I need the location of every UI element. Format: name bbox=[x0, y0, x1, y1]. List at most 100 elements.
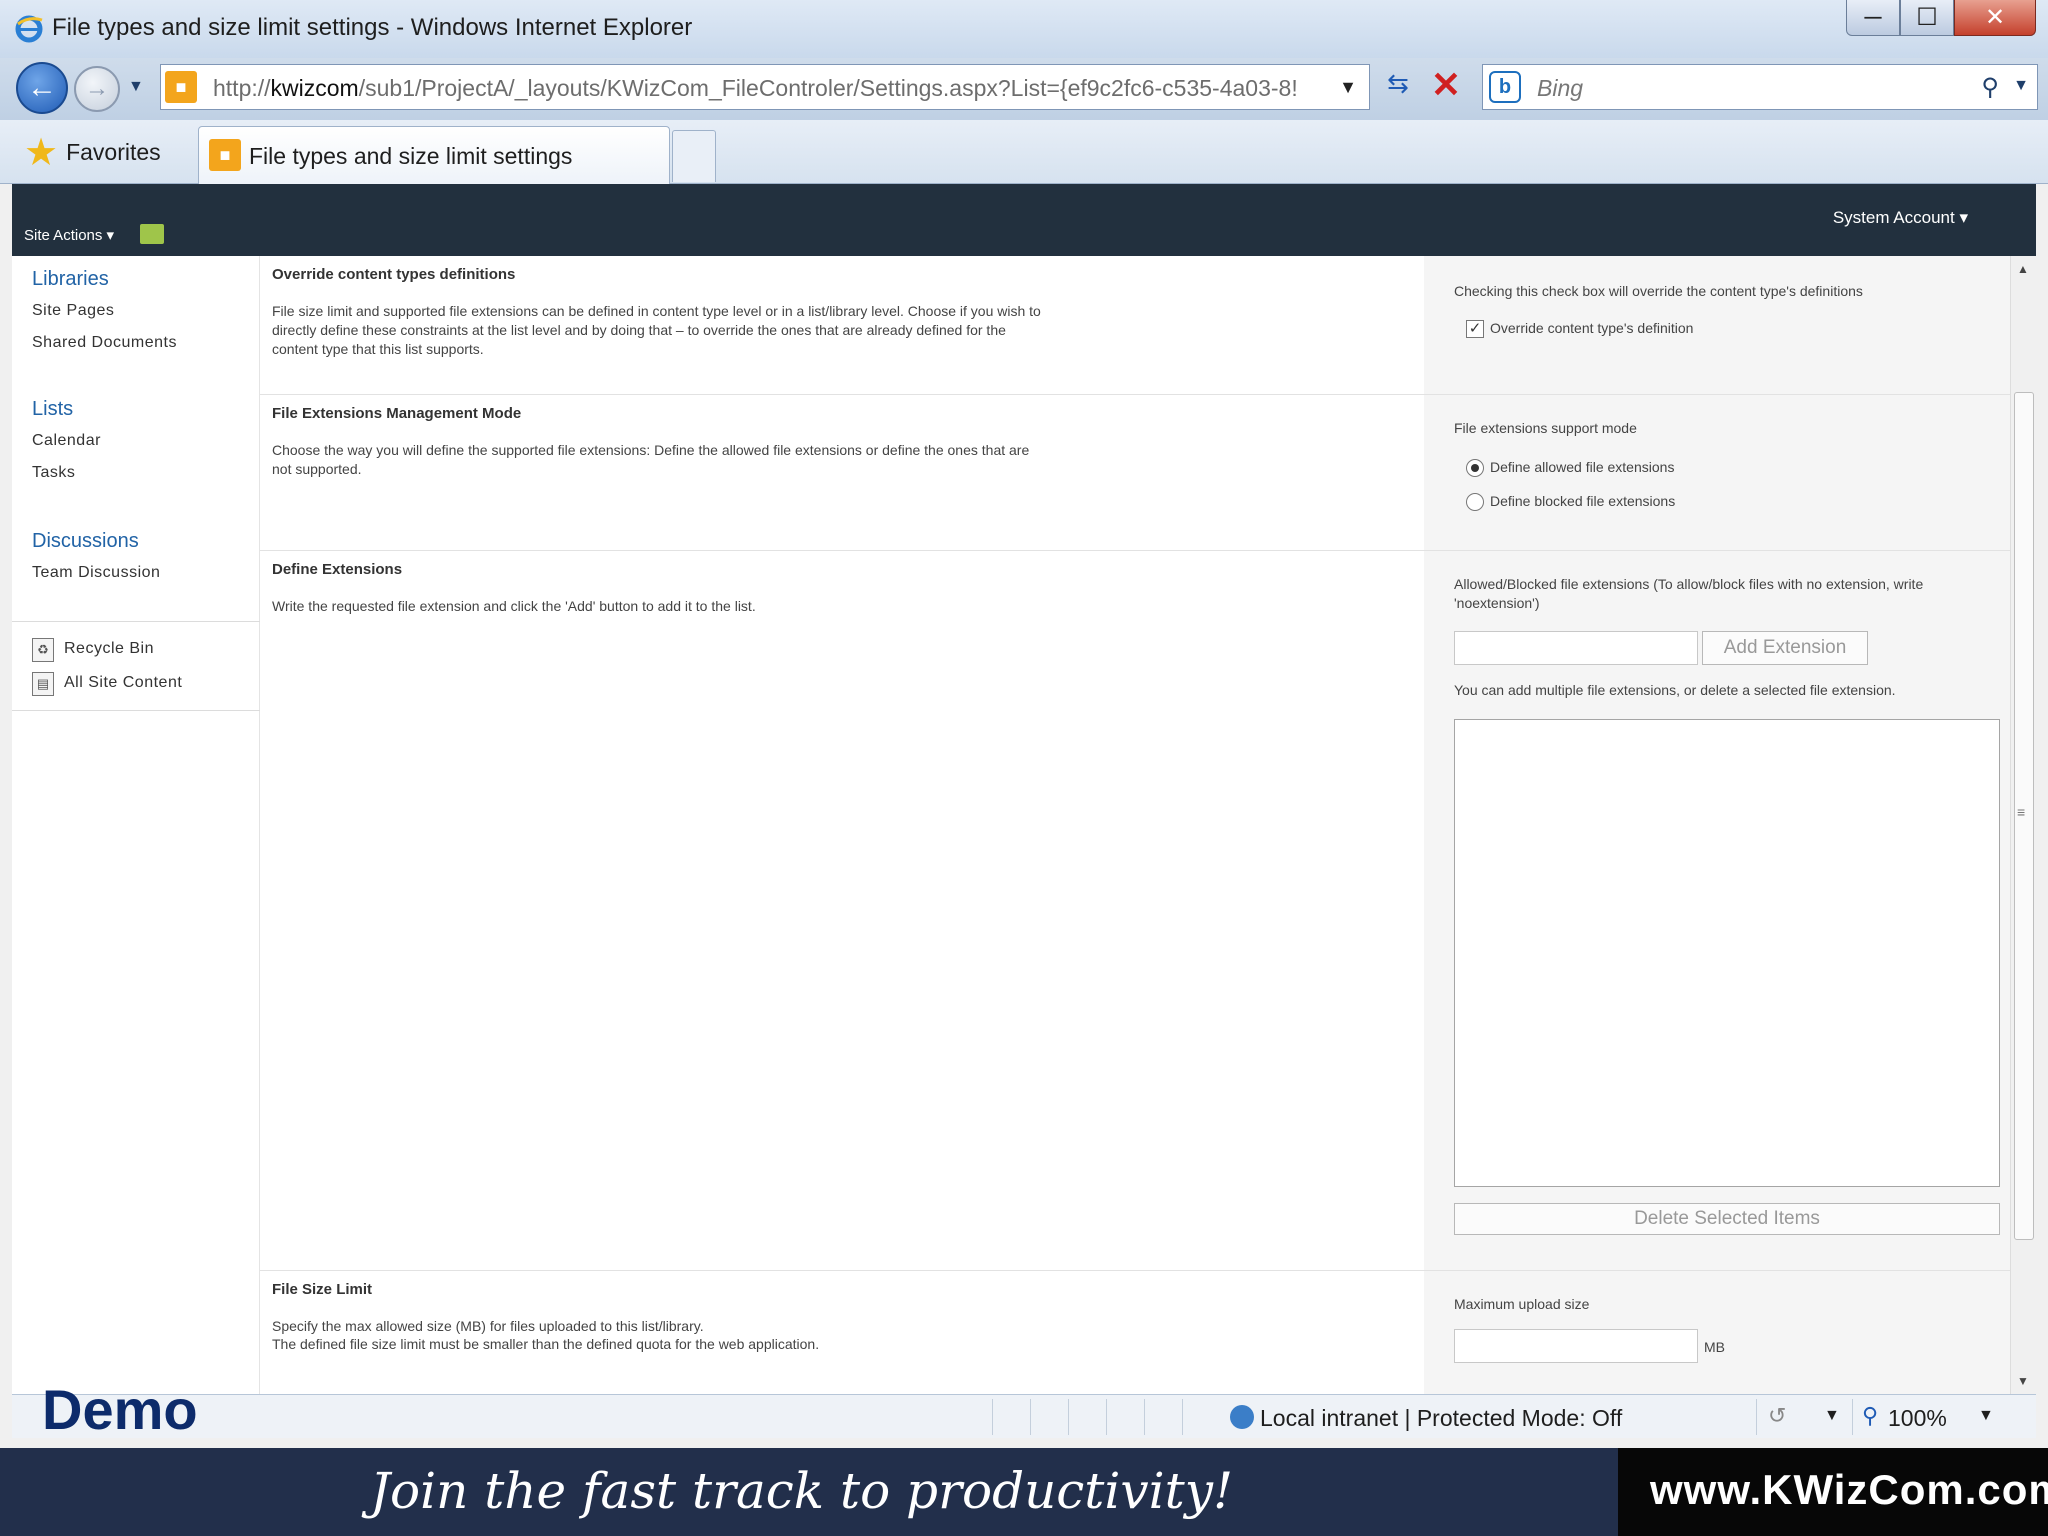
radio-blocked-label: Define blocked file extensions bbox=[1490, 493, 1676, 509]
section-override: Override content types definitions File … bbox=[260, 256, 2014, 395]
size-unit-label: MB bbox=[1704, 1339, 1725, 1355]
minimize-button[interactable]: ─ bbox=[1846, 0, 1900, 36]
zoom-dropdown[interactable]: ▼ bbox=[1978, 1407, 1994, 1425]
forward-button[interactable]: → bbox=[74, 66, 120, 112]
nav-item-team-discussion[interactable]: Team Discussion bbox=[32, 564, 160, 582]
extensions-hint: You can add multiple file extensions, or… bbox=[1454, 682, 1896, 698]
new-tab-button[interactable] bbox=[672, 130, 716, 182]
banner-site-box: www.KWizCom.com bbox=[1618, 1448, 2048, 1536]
maximize-button[interactable]: ☐ bbox=[1900, 0, 1954, 36]
banner-site-url: www.KWizCom.com bbox=[1650, 1466, 2048, 1513]
page-viewport: Site Actions ▾ System Account ▾ Librarie… bbox=[12, 184, 2036, 1394]
delete-selected-button[interactable]: Delete Selected Items bbox=[1454, 1203, 2000, 1235]
window-title: File types and size limit settings - Win… bbox=[52, 14, 693, 41]
search-options-dropdown[interactable]: ▼ bbox=[2013, 77, 2029, 95]
nav-heading-lists[interactable]: Lists bbox=[32, 398, 73, 421]
mode-label: File extensions support mode bbox=[1454, 420, 1637, 436]
bing-icon: b bbox=[1489, 71, 1521, 103]
security-zone-text[interactable]: Local intranet | Protected Mode: Off bbox=[1260, 1405, 1622, 1432]
nav-divider bbox=[12, 621, 260, 622]
demo-label: Demo bbox=[42, 1378, 198, 1441]
url-dropdown-icon[interactable]: ▼ bbox=[1339, 77, 1357, 98]
section-description: Choose the way you will define the suppo… bbox=[272, 442, 1030, 477]
stop-button[interactable]: ✕ bbox=[1426, 64, 1466, 110]
max-upload-label: Maximum upload size bbox=[1454, 1296, 1590, 1312]
back-arrow-icon: ← bbox=[27, 71, 57, 104]
tab-label: File types and size limit settings bbox=[249, 143, 573, 169]
recycle-bin-icon: ♻ bbox=[32, 638, 54, 662]
quick-launch: Libraries Site Pages Shared Documents Li… bbox=[12, 256, 260, 1394]
nav-divider bbox=[12, 710, 260, 711]
nav-heading-discussions[interactable]: Discussions bbox=[32, 530, 139, 553]
section-title: Define Extensions bbox=[272, 561, 403, 578]
radio-allowed-label: Define allowed file extensions bbox=[1490, 459, 1675, 475]
section-description-2: The defined file size limit must be smal… bbox=[272, 1336, 820, 1352]
status-bar: Demo Local intranet | Protected Mode: Of… bbox=[12, 1378, 2036, 1441]
address-bar[interactable]: ■ http://kwizcom/sub1/ProjectA/_layouts/… bbox=[160, 64, 1370, 110]
section-file-size-limit: File Size Limit Specify the max allowed … bbox=[260, 1271, 2014, 1394]
scroll-up-icon[interactable]: ▲ bbox=[2017, 262, 2029, 276]
favorites-label: Favorites bbox=[66, 138, 161, 165]
scroll-down-icon[interactable]: ▼ bbox=[2017, 1374, 2029, 1388]
extension-input[interactable] bbox=[1454, 631, 1698, 665]
section-description-1: Specify the max allowed size (MB) for fi… bbox=[272, 1318, 704, 1334]
site-favicon-icon: ■ bbox=[165, 71, 197, 103]
site-favicon-icon: ■ bbox=[209, 139, 241, 171]
site-actions-menu[interactable]: Site Actions ▾ bbox=[24, 226, 114, 244]
tab-file-types-settings[interactable]: ■ File types and size limit settings bbox=[198, 126, 670, 184]
address-toolbar: ← → ▼ ■ http://kwizcom/sub1/ProjectA/_la… bbox=[0, 58, 2048, 120]
extensions-listbox[interactable] bbox=[1454, 719, 2000, 1187]
extensions-label: Allowed/Blocked file extensions (To allo… bbox=[1454, 576, 1924, 611]
section-define-extensions: Define Extensions Write the requested fi… bbox=[260, 551, 2014, 1271]
max-upload-input[interactable] bbox=[1454, 1329, 1698, 1363]
search-input[interactable]: Bing bbox=[1537, 75, 1583, 102]
account-menu[interactable]: System Account ▾ bbox=[1833, 208, 1968, 228]
add-extension-button[interactable]: Add Extension bbox=[1702, 631, 1868, 665]
search-icon[interactable]: ⚲ bbox=[1981, 73, 1999, 102]
nav-item-all-site-content[interactable]: All Site Content bbox=[64, 674, 182, 692]
recent-pages-dropdown[interactable]: ▼ bbox=[128, 78, 144, 96]
refresh-button[interactable]: ⇆ bbox=[1378, 68, 1418, 108]
section-title: File Size Limit bbox=[272, 1281, 373, 1298]
nav-item-site-pages[interactable]: Site Pages bbox=[32, 302, 114, 320]
favorites-button[interactable]: ★ Favorites bbox=[14, 128, 171, 176]
star-icon: ★ bbox=[24, 131, 59, 174]
sharepoint-ribbon: Site Actions ▾ System Account ▾ bbox=[12, 184, 2036, 256]
settings-form: Override content types definitions File … bbox=[260, 256, 2022, 1394]
protected-mode-icon[interactable]: ↺ bbox=[1768, 1403, 1786, 1429]
internet-explorer-icon bbox=[15, 15, 43, 43]
window-controls: ─ ☐ ✕ bbox=[1846, 0, 2036, 40]
vertical-scrollbar[interactable]: ▲ ≡ ▼ bbox=[2010, 256, 2036, 1394]
favorites-bar: ★ Favorites ■ File types and size limit … bbox=[0, 120, 2048, 184]
zoom-level[interactable]: 100% bbox=[1888, 1405, 1947, 1432]
override-help-label: Checking this check box will override th… bbox=[1454, 283, 1863, 299]
section-description: Write the requested file extension and c… bbox=[272, 598, 756, 614]
nav-item-tasks[interactable]: Tasks bbox=[32, 464, 75, 482]
banner-slogan: Join the fast track to productivity! bbox=[370, 1462, 1234, 1520]
nav-item-shared-documents[interactable]: Shared Documents bbox=[32, 334, 177, 352]
search-box[interactable]: b Bing ⚲ ▼ bbox=[1482, 64, 2038, 110]
protected-mode-dropdown[interactable]: ▼ bbox=[1824, 1407, 1840, 1425]
section-management-mode: File Extensions Management Mode Choose t… bbox=[260, 395, 2014, 551]
section-description: File size limit and supported file exten… bbox=[272, 303, 1041, 357]
section-title: File Extensions Management Mode bbox=[272, 405, 522, 422]
nav-item-recycle-bin[interactable]: Recycle Bin bbox=[64, 640, 154, 658]
radio-allowed-extensions[interactable] bbox=[1466, 459, 1484, 477]
forward-arrow-icon: → bbox=[85, 75, 109, 102]
override-checkbox-label: Override content type's definition bbox=[1490, 320, 1694, 336]
radio-blocked-extensions[interactable] bbox=[1466, 493, 1484, 511]
all-site-content-icon: ▤ bbox=[32, 672, 54, 696]
scroll-grip-icon: ≡ bbox=[2017, 804, 2026, 820]
window-title-bar: File types and size limit settings - Win… bbox=[0, 0, 2048, 58]
nav-heading-libraries[interactable]: Libraries bbox=[32, 268, 109, 291]
back-button[interactable]: ← bbox=[16, 62, 68, 114]
url-text[interactable]: http://kwizcom/sub1/ProjectA/_layouts/KW… bbox=[213, 75, 1323, 102]
section-title: Override content types definitions bbox=[272, 266, 516, 283]
zoom-icon[interactable]: ⚲ bbox=[1862, 1403, 1878, 1429]
override-checkbox[interactable]: ✓ bbox=[1466, 320, 1484, 338]
promo-banner: Join the fast track to productivity! www… bbox=[0, 1448, 2048, 1536]
close-window-button[interactable]: ✕ bbox=[1954, 0, 2036, 36]
intranet-zone-icon bbox=[1230, 1405, 1254, 1429]
nav-item-calendar[interactable]: Calendar bbox=[32, 432, 101, 450]
navigate-up-icon[interactable] bbox=[140, 224, 164, 244]
